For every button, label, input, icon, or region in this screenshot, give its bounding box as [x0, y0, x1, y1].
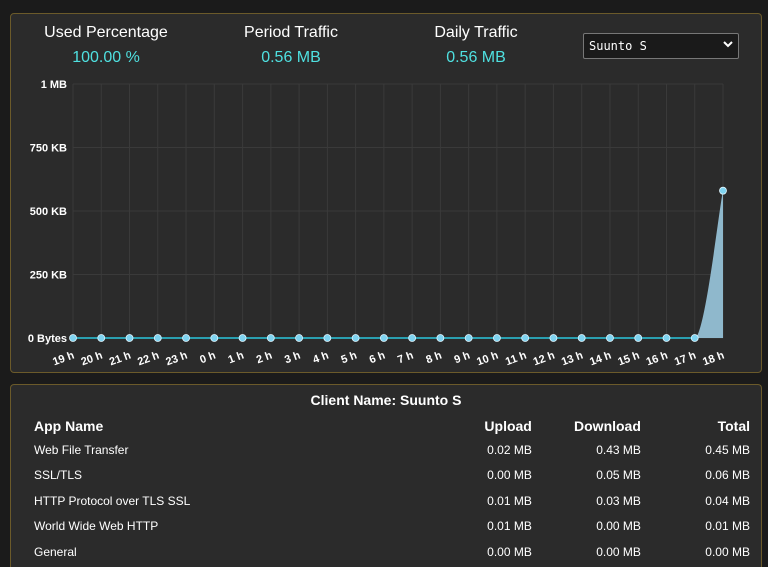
x-tick-label: 22 h — [136, 349, 161, 368]
data-point — [238, 334, 247, 342]
table-header-row: App Name Upload Download Total — [28, 415, 750, 437]
total-cell: 0.06 MB — [705, 468, 750, 483]
traffic-chart: 0 Bytes 250 KB 500 KB 750 KB 1 MB 19 h 20 h 21 … — [28, 79, 727, 368]
client-name-title: Client Name: Suunto S — [310, 392, 462, 408]
y-tick-label: 500 KB — [30, 206, 67, 218]
x-tick-label: 5 h — [340, 349, 359, 366]
x-tick-label: 12 h — [532, 349, 557, 368]
x-tick-label: 19 h — [51, 349, 76, 368]
data-point — [125, 334, 134, 342]
x-tick-label: 10 h — [475, 349, 500, 368]
x-tick-label: 3 h — [283, 349, 302, 366]
y-tick-label: 1 MB — [41, 79, 67, 91]
data-point — [295, 334, 303, 342]
table-row: General 0.00 MB 0.00 MB 0.00 MB — [28, 539, 750, 565]
traffic-area — [73, 190, 723, 338]
data-point — [662, 334, 671, 342]
table-row: World Wide Web HTTP 0.01 MB 0.00 MB 0.01… — [28, 514, 750, 540]
table-row: Web File Transfer 0.02 MB 0.43 MB 0.45 M… — [28, 437, 750, 463]
data-point — [690, 334, 699, 342]
x-tick-label: 2 h — [255, 349, 274, 366]
x-tick-label: 7 h — [396, 349, 415, 366]
app-traffic-table: App Name Upload Download Total Web File … — [28, 415, 750, 565]
x-tick-label: 1 h — [227, 349, 246, 366]
x-tick-label: 23 h — [164, 349, 189, 368]
y-tick-label: 0 Bytes — [28, 333, 67, 345]
data-point — [493, 334, 501, 342]
header-app-name: App Name — [34, 418, 104, 434]
app-name-cell: General — [34, 544, 77, 559]
client-apps-panel: Client Name: Suunto S App Name Upload Do… — [10, 384, 762, 567]
upload-cell: 0.01 MB — [487, 519, 532, 534]
app-name-cell: SSL/TLS — [34, 468, 83, 483]
data-point — [408, 334, 417, 342]
data-point — [634, 334, 643, 342]
x-tick-label: 16 h — [645, 349, 670, 368]
x-tick-label: 18 h — [701, 349, 726, 368]
upload-cell: 0.00 MB — [487, 544, 532, 559]
data-point — [521, 334, 530, 342]
download-cell: 0.43 MB — [596, 442, 641, 457]
traffic-panel: Used Percentage 100.00 % Period Traffic … — [10, 13, 762, 373]
app-name-cell: World Wide Web HTTP — [34, 519, 159, 534]
table-row: HTTP Protocol over TLS SSL 0.01 MB 0.03 … — [28, 488, 750, 514]
data-point — [266, 334, 275, 342]
download-cell: 0.00 MB — [596, 544, 641, 559]
x-tick-label: 9 h — [453, 349, 472, 366]
y-tick-label: 750 KB — [30, 143, 67, 155]
x-tick-label: 6 h — [368, 349, 387, 366]
total-cell: 0.45 MB — [705, 442, 750, 457]
x-tick-label: 20 h — [79, 349, 104, 368]
upload-cell: 0.02 MB — [487, 442, 532, 457]
data-point — [436, 334, 445, 342]
download-cell: 0.00 MB — [596, 519, 641, 534]
download-cell: 0.03 MB — [596, 493, 641, 508]
data-point — [153, 334, 162, 342]
download-cell: 0.05 MB — [596, 468, 641, 483]
x-tick-label: 0 h — [198, 349, 217, 366]
header-upload: Upload — [484, 418, 532, 434]
data-point — [464, 334, 473, 342]
x-tick-label: 14 h — [588, 349, 613, 368]
x-tick-label: 21 h — [108, 349, 133, 368]
data-point — [182, 334, 190, 342]
data-point — [577, 334, 586, 342]
data-point — [97, 334, 106, 342]
data-point — [719, 186, 727, 195]
table-row: SSL/TLS 0.00 MB 0.05 MB 0.06 MB — [28, 463, 750, 489]
header-download: Download — [574, 418, 641, 434]
total-cell: 0.01 MB — [705, 519, 750, 534]
x-tick-label: 4 h — [311, 349, 330, 366]
x-tick-label: 17 h — [673, 349, 698, 368]
data-point — [69, 334, 77, 342]
data-point — [606, 334, 614, 342]
header-total: Total — [717, 418, 750, 434]
data-point — [323, 334, 332, 342]
data-point — [210, 334, 219, 342]
x-tick-label: 8 h — [424, 349, 443, 366]
total-cell: 0.04 MB — [705, 493, 750, 508]
x-tick-label: 11 h — [504, 349, 528, 368]
data-point — [351, 334, 360, 342]
y-tick-label: 250 KB — [30, 270, 67, 282]
total-cell: 0.00 MB — [705, 544, 750, 559]
x-tick-label: 13 h — [560, 349, 585, 368]
data-point — [379, 334, 388, 342]
upload-cell: 0.01 MB — [487, 493, 532, 508]
upload-cell: 0.00 MB — [487, 468, 532, 483]
app-name-cell: HTTP Protocol over TLS SSL — [34, 493, 191, 508]
x-tick-label: 15 h — [616, 349, 641, 368]
data-point — [549, 334, 558, 342]
app-name-cell: Web File Transfer — [34, 442, 129, 457]
